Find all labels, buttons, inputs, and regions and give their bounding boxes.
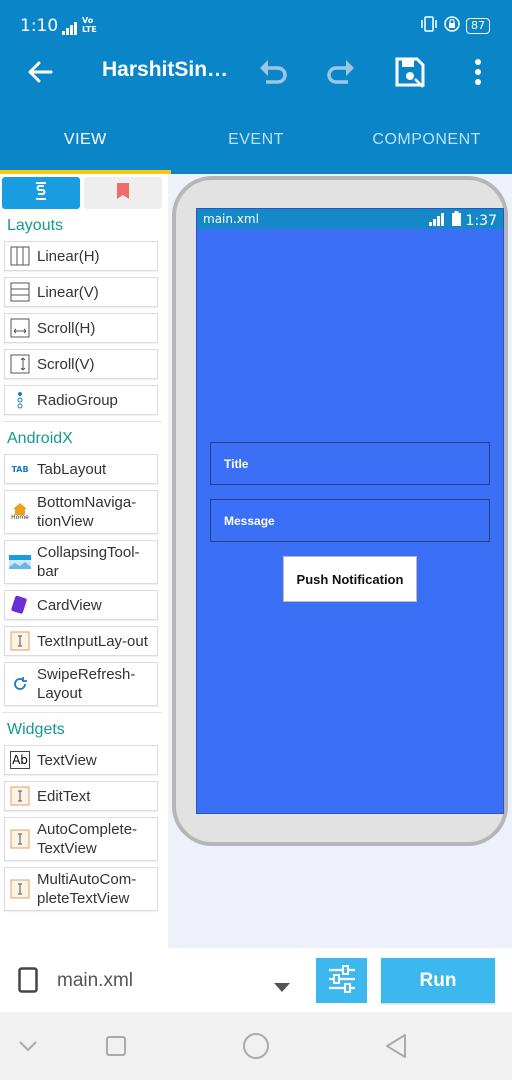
save-icon[interactable] bbox=[392, 54, 428, 90]
vibrate-icon bbox=[420, 16, 438, 35]
widgets-icon bbox=[33, 181, 49, 205]
palette-item-linear-v[interactable]: Linear(V) bbox=[4, 277, 158, 307]
file-icon bbox=[18, 967, 38, 997]
palette-item-autocompletetextview[interactable]: AutoComplete-TextView bbox=[4, 817, 158, 861]
status-bar: 1:10 Vo LTE 87 bbox=[0, 0, 512, 40]
lock-icon bbox=[444, 16, 460, 35]
back-icon[interactable] bbox=[382, 1032, 410, 1060]
push-notification-button[interactable]: Push Notification bbox=[283, 556, 417, 602]
section-androidx: AndroidX bbox=[7, 430, 73, 447]
battery-icon: 87 bbox=[466, 17, 490, 34]
project-title: HarshitSin… bbox=[102, 58, 229, 81]
app-toolbar: HarshitSin… bbox=[0, 40, 512, 104]
phone-frame: main.xml 1:37 Title Message Push Notific… bbox=[172, 176, 508, 846]
bottom-bar: main.xml Run bbox=[0, 948, 512, 1012]
palette-item-label: TabLayout bbox=[37, 460, 107, 478]
design-preview: main.xml 1:37 Title Message Push Notific… bbox=[168, 174, 512, 948]
palette-item-label: SwipeRefresh-Layout bbox=[37, 666, 136, 702]
preview-file-label: main.xml bbox=[203, 212, 259, 226]
textview-icon: Ab bbox=[10, 751, 30, 769]
home-icon: Home bbox=[9, 501, 31, 523]
palette-item-tablayout[interactable]: TAB TabLayout bbox=[4, 454, 158, 484]
system-nav-bar bbox=[0, 1012, 512, 1080]
palette-item-textinputlayout[interactable]: TextInputLay-out bbox=[4, 626, 158, 656]
run-button[interactable]: Run bbox=[381, 958, 495, 1003]
palette-item-edittext[interactable]: EditText bbox=[4, 781, 158, 811]
palette-item-label: TextInputLay-out bbox=[37, 632, 148, 650]
section-layouts: Layouts bbox=[7, 217, 64, 234]
tune-icon bbox=[327, 964, 357, 997]
more-vert-icon[interactable] bbox=[460, 54, 496, 90]
scroll-v-icon bbox=[9, 353, 31, 375]
file-selector[interactable]: main.xml bbox=[57, 970, 133, 992]
radiogroup-icon bbox=[9, 389, 31, 411]
phone-screen[interactable]: main.xml 1:37 Title Message Push Notific… bbox=[196, 208, 504, 814]
recents-icon[interactable] bbox=[102, 1032, 130, 1060]
battery-icon bbox=[451, 211, 461, 230]
palette-item-label: AutoComplete-TextView bbox=[37, 821, 138, 857]
refresh-icon bbox=[9, 673, 31, 695]
palette-item-radiogroup[interactable]: RadioGroup bbox=[4, 385, 158, 415]
undo-icon[interactable] bbox=[255, 54, 291, 90]
bookmark-icon bbox=[116, 182, 130, 204]
palette-item-label: RadioGroup bbox=[37, 391, 118, 409]
title-field[interactable]: Title bbox=[210, 442, 490, 485]
text-input-icon bbox=[9, 630, 31, 652]
linear-h-icon bbox=[9, 245, 31, 267]
palette-tab-widgets[interactable] bbox=[2, 177, 80, 209]
tab-layout-icon: TAB bbox=[11, 464, 29, 474]
scroll-h-icon bbox=[9, 317, 31, 339]
palette-item-label: EditText bbox=[37, 787, 91, 805]
preview-status-bar: main.xml 1:37 bbox=[197, 209, 503, 229]
linear-v-icon bbox=[9, 281, 31, 303]
autocomplete-icon bbox=[9, 828, 31, 850]
home-icon[interactable] bbox=[242, 1032, 270, 1060]
palette-tab-bookmarks[interactable] bbox=[84, 177, 162, 209]
palette-item-multiautocompletetextview[interactable]: MultiAutoCom-pleteTextView bbox=[4, 867, 158, 911]
palette-item-scroll-v[interactable]: Scroll(V) bbox=[4, 349, 158, 379]
palette-item-label: TextView bbox=[37, 751, 97, 769]
tab-view[interactable]: VIEW bbox=[0, 104, 171, 174]
section-widgets: Widgets bbox=[7, 721, 65, 738]
palette-item-label: Linear(H) bbox=[37, 247, 100, 265]
palette-item-label: CollapsingTool-bar bbox=[37, 544, 140, 580]
network-type: Vo LTE bbox=[82, 16, 97, 34]
palette-item-label: Scroll(H) bbox=[37, 319, 96, 337]
palette-item-label: BottomNaviga-tionView bbox=[37, 494, 137, 530]
palette-item-label: MultiAutoCom-pleteTextView bbox=[37, 871, 137, 907]
status-time: 1:10 bbox=[20, 16, 59, 36]
palette-item-bottomnavigationview[interactable]: Home BottomNaviga-tionView bbox=[4, 490, 158, 534]
edittext-icon bbox=[9, 785, 31, 807]
tab-component[interactable]: COMPONENT bbox=[341, 104, 512, 174]
preview-time: 1:37 bbox=[465, 212, 497, 229]
redo-icon[interactable] bbox=[323, 54, 359, 90]
palette-item-cardview[interactable]: CardView bbox=[4, 590, 158, 620]
palette-item-collapsingtoolbar[interactable]: CollapsingTool-bar bbox=[4, 540, 158, 584]
palette-item-linear-h[interactable]: Linear(H) bbox=[4, 241, 158, 271]
palette-item-label: CardView bbox=[37, 596, 102, 614]
signal-icon bbox=[428, 212, 447, 230]
properties-button[interactable] bbox=[316, 958, 367, 1003]
palette-item-label: Scroll(V) bbox=[37, 355, 95, 373]
palette-item-label: Linear(V) bbox=[37, 283, 99, 301]
dropdown-arrow-icon[interactable] bbox=[274, 977, 290, 996]
cardview-icon bbox=[9, 594, 31, 616]
multiautocomplete-icon bbox=[9, 878, 31, 900]
back-arrow-icon[interactable] bbox=[22, 54, 58, 90]
palette-item-textview[interactable]: Ab TextView bbox=[4, 745, 158, 775]
tab-event[interactable]: EVENT bbox=[171, 104, 342, 174]
editor-tabs: VIEW EVENT COMPONENT bbox=[0, 104, 512, 174]
message-field[interactable]: Message bbox=[210, 499, 490, 542]
widget-palette: Layouts Linear(H) Linear(V) Scroll(H) Sc… bbox=[0, 174, 168, 948]
palette-item-scroll-h[interactable]: Scroll(H) bbox=[4, 313, 158, 343]
chevron-down-icon[interactable] bbox=[14, 1032, 42, 1060]
toolbar-icon bbox=[9, 551, 31, 573]
palette-item-swiperefreshlayout[interactable]: SwipeRefresh-Layout bbox=[4, 662, 158, 706]
